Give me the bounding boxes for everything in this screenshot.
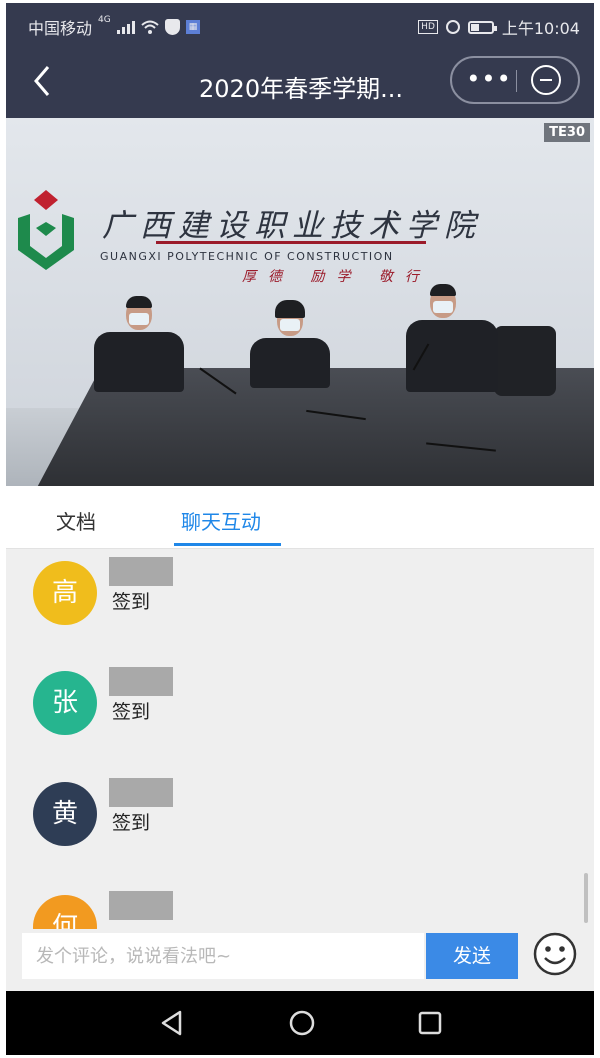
triangle-back-icon[interactable] bbox=[158, 1009, 186, 1037]
chat-message[interactable]: 张 签到 bbox=[33, 659, 433, 739]
sender-name-redacted bbox=[109, 667, 173, 696]
avatar: 黄 bbox=[33, 782, 97, 846]
chevron-left-icon[interactable] bbox=[28, 63, 64, 99]
circle-home-icon[interactable] bbox=[288, 1009, 316, 1037]
school-motto: 厚德 励学 敬行 bbox=[242, 269, 431, 285]
avatar: 张 bbox=[33, 671, 97, 735]
active-tab-indicator bbox=[174, 543, 281, 546]
minus-circle-icon[interactable] bbox=[531, 65, 561, 95]
top-bar: 中国移动 4G ▦ HD 上午10:04 2020年春季学期... ••• bbox=[6, 3, 594, 118]
capsule-divider bbox=[516, 70, 517, 92]
shield-icon bbox=[164, 19, 180, 35]
school-name-cn: 广西建设职业技术学院 bbox=[102, 208, 482, 244]
tab-bar: 文档 聊天互动 bbox=[6, 486, 594, 549]
system-nav-bar bbox=[6, 991, 594, 1055]
alarm-icon bbox=[445, 20, 460, 34]
app-badge-icon: ▦ bbox=[185, 20, 201, 34]
tab-documents[interactable]: 文档 bbox=[56, 506, 96, 535]
live-video[interactable]: TE30 广西建设职业技术学院 GUANGXI POLYTECHNIC OF C… bbox=[6, 118, 594, 486]
school-logo-icon bbox=[18, 190, 74, 270]
message-text: 签到 bbox=[112, 591, 151, 613]
avatar: 高 bbox=[33, 561, 97, 625]
avatar: 何 bbox=[33, 895, 97, 929]
status-bar: 中国移动 4G ▦ HD 上午10:04 bbox=[6, 3, 594, 47]
message-text: 签到 bbox=[112, 701, 151, 723]
chat-scrollbar[interactable] bbox=[584, 873, 588, 923]
square-recents-icon[interactable] bbox=[416, 1009, 444, 1037]
chat-message[interactable]: 黄 签到 bbox=[33, 770, 433, 850]
signal-icon bbox=[116, 20, 135, 34]
more-button[interactable]: ••• bbox=[466, 66, 512, 96]
comment-input[interactable] bbox=[22, 933, 424, 979]
status-time: 上午10:04 bbox=[501, 19, 580, 38]
school-name-en: GUANGXI POLYTECHNIC OF CONSTRUCTION bbox=[100, 250, 394, 263]
phone-screen: 中国移动 4G ▦ HD 上午10:04 2020年春季学期... ••• TE… bbox=[6, 3, 594, 1055]
composer-bar: 发送 bbox=[6, 929, 594, 991]
tab-chat[interactable]: 聊天互动 bbox=[181, 506, 261, 535]
network-label: 4G bbox=[98, 15, 111, 25]
carrier-label: 中国移动 bbox=[28, 19, 93, 38]
page-title: 2020年春季学期... bbox=[199, 75, 403, 103]
logo-divider bbox=[156, 241, 426, 244]
send-button[interactable]: 发送 bbox=[426, 933, 518, 979]
message-text: 签到 bbox=[112, 812, 151, 834]
smiley-icon[interactable] bbox=[532, 931, 578, 977]
mini-program-capsule: ••• bbox=[450, 56, 580, 104]
chair bbox=[494, 326, 556, 396]
chat-list[interactable]: 高 签到 张 签到 黄 签到 何 bbox=[6, 549, 594, 929]
battery-icon bbox=[467, 20, 497, 34]
chat-message[interactable]: 何 bbox=[33, 883, 433, 929]
video-tag: TE30 bbox=[544, 123, 590, 142]
hd-badge: HD bbox=[418, 20, 438, 34]
sender-name-redacted bbox=[109, 891, 173, 920]
sender-name-redacted bbox=[109, 557, 173, 586]
wifi-icon bbox=[141, 20, 159, 34]
title-bar: 2020年春季学期... ••• bbox=[6, 47, 594, 118]
chat-message[interactable]: 高 签到 bbox=[33, 549, 433, 629]
sender-name-redacted bbox=[109, 778, 173, 807]
